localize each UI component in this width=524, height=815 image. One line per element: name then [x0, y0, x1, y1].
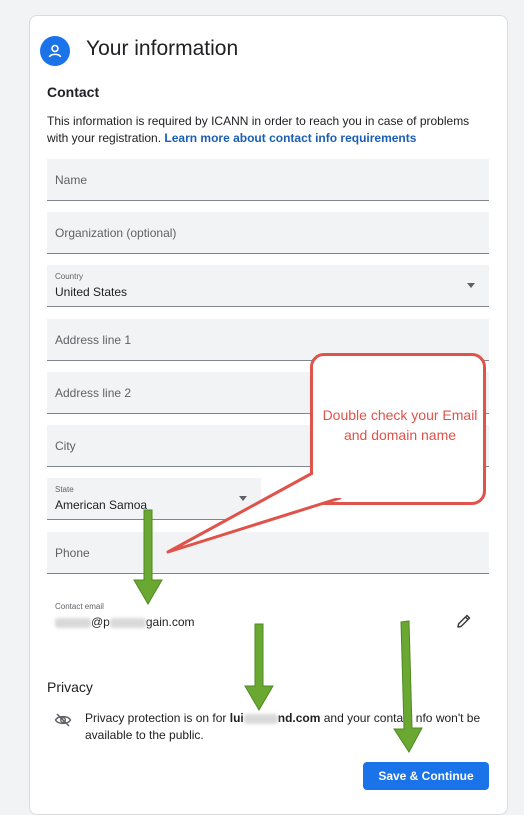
- arrow-down-icon: [133, 509, 163, 605]
- callout-text: Double check your Email and domain name: [322, 407, 478, 443]
- arrow-down-icon: [244, 623, 274, 711]
- annotation-overlay: [133, 462, 423, 753]
- callout-pointer-join: [313, 462, 353, 498]
- arrow-down-icon: [393, 620, 423, 753]
